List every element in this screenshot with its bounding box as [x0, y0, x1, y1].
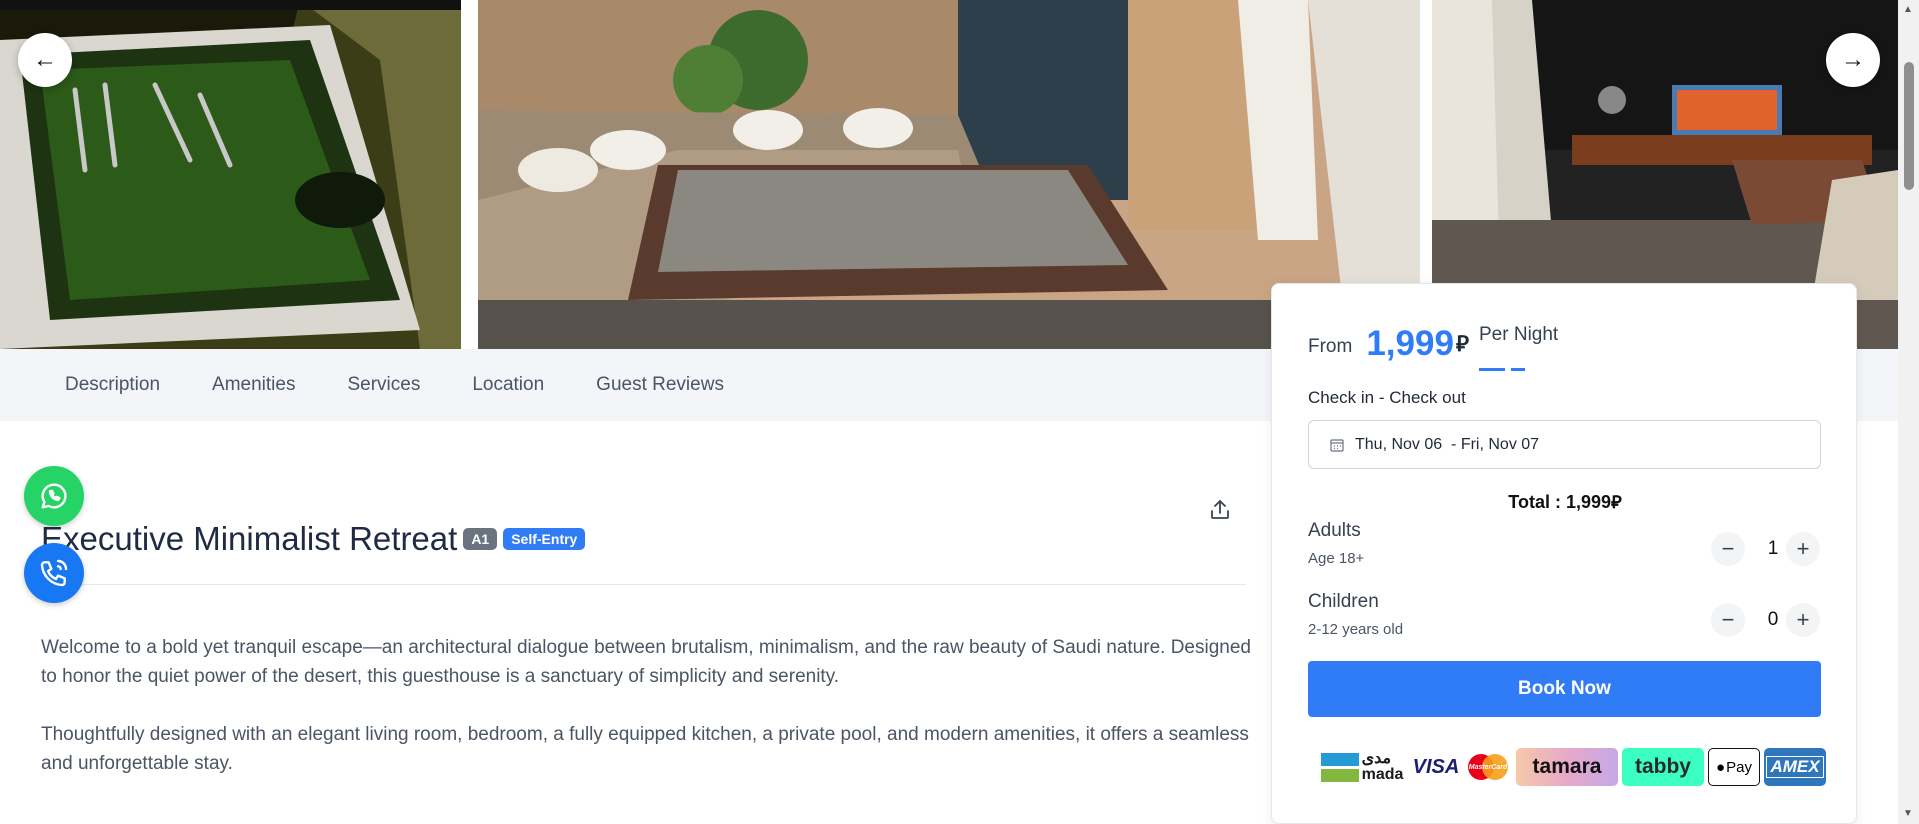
tab-location[interactable]: Location: [472, 374, 544, 396]
payment-methods: مدى mada VISA MasterCard tamara tabby ● …: [1316, 748, 1826, 786]
tab-amenities[interactable]: Amenities: [212, 374, 295, 396]
price-underline: [1511, 368, 1525, 371]
children-count: 0: [1767, 609, 1779, 630]
scrollbar-thumb[interactable]: [1904, 62, 1914, 190]
date-range-picker[interactable]: Thu, Nov 06 - Fri, Nov 07: [1308, 420, 1821, 469]
whatsapp-icon: [41, 483, 67, 509]
whatsapp-button[interactable]: [24, 466, 84, 526]
tab-services[interactable]: Services: [347, 374, 420, 396]
minus-icon: −: [1721, 607, 1735, 632]
arrow-left-icon: ←: [33, 46, 57, 73]
book-now-button[interactable]: Book Now: [1308, 661, 1821, 717]
minus-icon: −: [1721, 536, 1735, 561]
tamara-logo: tamara: [1516, 748, 1618, 786]
arrow-right-icon: →: [1841, 46, 1865, 73]
gallery-prev-button[interactable]: ←: [18, 33, 72, 87]
scroll-down-icon[interactable]: ▼: [1903, 808, 1913, 819]
price-underline: [1479, 368, 1505, 371]
apple-pay-logo: ● Pay: [1708, 748, 1760, 786]
mada-logo: مدى mada: [1316, 748, 1408, 786]
adults-count: 1: [1767, 538, 1779, 559]
plus-icon: +: [1796, 536, 1810, 561]
adults-increment-button[interactable]: +: [1786, 532, 1820, 566]
share-icon: [1211, 500, 1229, 519]
nightly-price: 1,999: [1366, 324, 1454, 363]
self-entry-badge: Self-Entry: [503, 528, 586, 550]
date-range-value: Thu, Nov 06 - Fri, Nov 07: [1355, 435, 1540, 453]
adults-age-note: Age 18+: [1308, 550, 1365, 567]
phone-icon: [40, 559, 68, 587]
children-decrement-button[interactable]: −: [1711, 603, 1745, 637]
children-increment-button[interactable]: +: [1786, 603, 1820, 637]
mastercard-logo: MasterCard: [1464, 748, 1512, 786]
children-age-note: 2-12 years old: [1308, 621, 1404, 638]
booking-card: From 1,999 ⃁ Per Night Check in - Check …: [1271, 283, 1857, 824]
per-night-label: Per Night: [1479, 324, 1559, 345]
share-button[interactable]: [1208, 498, 1232, 522]
listing-title-row: Executive Minimalist Retreat A1 Self-Ent…: [41, 520, 586, 558]
listing-title: Executive Minimalist Retreat: [41, 520, 458, 557]
tab-guest-reviews[interactable]: Guest Reviews: [596, 374, 724, 396]
plus-icon: +: [1796, 607, 1810, 632]
calendar-icon: [1330, 438, 1344, 452]
description-paragraph-2: Thoughtfully designed with an elegant li…: [41, 724, 1249, 774]
amex-logo: AMEX: [1764, 748, 1826, 786]
adults-decrement-button[interactable]: −: [1711, 532, 1745, 566]
riyal-symbol-icon: ⃁: [1455, 331, 1469, 356]
from-label: From: [1308, 336, 1353, 357]
page-scrollbar[interactable]: ▲ ▼: [1898, 0, 1919, 824]
mada-arabic-text: مدى: [1361, 750, 1392, 767]
unit-badge: A1: [463, 528, 498, 550]
apple-icon: ●: [1716, 758, 1726, 776]
mada-text: mada: [1361, 766, 1404, 783]
children-label: Children: [1308, 591, 1379, 612]
tabby-logo: tabby: [1622, 748, 1704, 786]
check-in-out-label: Check in - Check out: [1308, 388, 1466, 407]
call-button[interactable]: [24, 543, 84, 603]
price-row: From 1,999 ⃁: [1308, 324, 1469, 364]
gallery-next-button[interactable]: →: [1826, 33, 1880, 87]
title-divider: [41, 584, 1246, 585]
adults-label: Adults: [1308, 520, 1361, 541]
visa-logo: VISA: [1412, 748, 1460, 786]
tab-description[interactable]: Description: [65, 374, 160, 396]
description-paragraph-1: Welcome to a bold yet tranquil escape—an…: [41, 637, 1251, 687]
scroll-up-icon[interactable]: ▲: [1903, 4, 1913, 15]
total-price: Total : 1,999⃁: [1508, 492, 1622, 512]
